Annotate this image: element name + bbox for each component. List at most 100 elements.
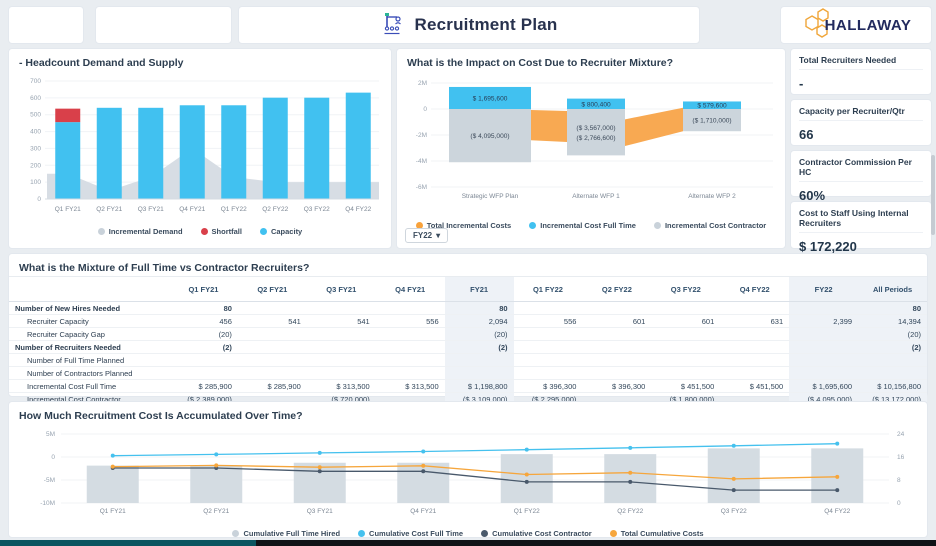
cumulative-hired-bar[interactable]	[708, 448, 760, 503]
kpi-value: $ 172,220	[799, 239, 923, 254]
header-card-2[interactable]	[95, 6, 232, 44]
data-point[interactable]	[525, 448, 529, 452]
legend-item[interactable]: Cumulative Cost Contractor	[481, 529, 592, 538]
chart-label: -6M	[416, 184, 427, 191]
data-point[interactable]	[628, 471, 632, 475]
data-point[interactable]	[318, 451, 322, 455]
data-point[interactable]	[318, 465, 322, 469]
data-point[interactable]	[214, 452, 218, 456]
table-cell	[307, 341, 376, 354]
capacity-bar[interactable]	[55, 122, 80, 199]
chart-label: 0	[37, 196, 41, 203]
table-cell: (2)	[858, 341, 927, 354]
table-cell	[720, 341, 789, 354]
legend-item[interactable]: Total Cumulative Costs	[610, 529, 704, 538]
table-cell	[169, 354, 238, 367]
capacity-bar[interactable]	[263, 98, 288, 199]
legend-item[interactable]: Cumulative Cost Full Time	[358, 529, 463, 538]
total-cost-ribbon[interactable]	[625, 108, 683, 146]
data-point[interactable]	[421, 469, 425, 473]
cumulative-hired-bar[interactable]	[87, 466, 139, 503]
cumulative-hired-bar[interactable]	[501, 454, 553, 503]
data-point[interactable]	[835, 442, 839, 446]
chart-label: Q1 FY22	[514, 508, 540, 515]
table-cell	[582, 354, 651, 367]
chart-label: Q2 FY21	[203, 508, 229, 515]
cumulative-hired-bar[interactable]	[604, 454, 656, 503]
data-point[interactable]	[628, 446, 632, 450]
table-cell	[238, 302, 307, 315]
legend-dot	[358, 530, 365, 537]
legend-item[interactable]: Shortfall	[201, 227, 242, 236]
table-cell: (20)	[169, 328, 238, 341]
capacity-bar[interactable]	[304, 98, 329, 199]
capacity-bar[interactable]	[346, 93, 371, 199]
data-point[interactable]	[732, 488, 736, 492]
chart-label: 8	[897, 477, 901, 484]
table-cell	[651, 341, 720, 354]
chart-label: 0	[897, 500, 901, 507]
data-point[interactable]	[421, 449, 425, 453]
data-point[interactable]	[835, 475, 839, 479]
data-point[interactable]	[525, 473, 529, 477]
table-cell: 456	[169, 315, 238, 328]
table-cell: $ 285,900	[238, 380, 307, 393]
cost-mixture-svg: 2M0-2M-4M-6M$ 1,695,600($ 4,095,000)Stra…	[405, 71, 779, 213]
capacity-bar[interactable]	[97, 108, 122, 199]
table-cell	[720, 328, 789, 341]
chart-label: Q4 FY21	[410, 508, 436, 515]
table-cell: 80	[169, 302, 238, 315]
table-cell	[376, 367, 445, 380]
chart-label: Q3 FY21	[307, 508, 333, 515]
legend-item[interactable]: Cumulative Full Time Hired	[232, 529, 340, 538]
data-point[interactable]	[421, 464, 425, 468]
kpi-capacity-per-recruiter: Capacity per Recruiter/Qtr 66	[790, 99, 932, 146]
data-point[interactable]	[111, 465, 115, 469]
legend-label: Incremental Cost Contractor	[665, 221, 766, 230]
cumulative-hired-bar[interactable]	[397, 463, 449, 503]
chart-label: Strategic WFP Plan	[462, 193, 519, 200]
table-cell	[307, 354, 376, 367]
logo-text: HALLAWAY	[825, 17, 912, 34]
data-point[interactable]	[628, 480, 632, 484]
table-cell	[720, 354, 789, 367]
header-card-1[interactable]	[8, 6, 84, 44]
fiscal-year-dropdown[interactable]: FY22 ▾	[405, 228, 448, 243]
cumulative-hired-bar[interactable]	[190, 466, 242, 503]
table-cell	[445, 354, 514, 367]
table-cell	[582, 302, 651, 315]
legend-item[interactable]: Incremental Cost Contractor	[654, 221, 766, 230]
data-point[interactable]	[525, 480, 529, 484]
capacity-bar[interactable]	[180, 105, 205, 199]
table-cell	[376, 302, 445, 315]
data-point[interactable]	[732, 444, 736, 448]
shortfall-bar[interactable]	[55, 109, 80, 122]
table-cell	[514, 328, 583, 341]
legend-item[interactable]: Incremental Cost Full Time	[529, 221, 636, 230]
table-cell: 541	[238, 315, 307, 328]
data-point[interactable]	[111, 454, 115, 458]
legend-item[interactable]: Incremental Demand	[98, 227, 183, 236]
cumulative-cost-chart: 5M24016-5M8-10M0Q1 FY21Q2 FY21Q3 FY21Q4 …	[17, 424, 919, 526]
capacity-bar[interactable]	[138, 108, 163, 199]
legend-item[interactable]: Capacity	[260, 227, 302, 236]
data-point[interactable]	[214, 463, 218, 467]
cumulative-chart-title: How Much Recruitment Cost Is Accumulated…	[19, 410, 919, 422]
table-cell	[445, 367, 514, 380]
data-point[interactable]	[318, 469, 322, 473]
mixture-data-table: Q1 FY21Q2 FY21Q3 FY21Q4 FY21FY21Q1 FY22Q…	[9, 276, 927, 419]
data-point[interactable]	[835, 488, 839, 492]
legend-dot	[654, 222, 661, 229]
table-cell: (20)	[445, 328, 514, 341]
table-cell: 601	[651, 315, 720, 328]
table-cell	[307, 302, 376, 315]
capacity-bar[interactable]	[221, 105, 246, 199]
total-cost-ribbon[interactable]	[531, 110, 567, 142]
scrollbar-thumb[interactable]	[931, 155, 935, 235]
table-cell: $ 451,500	[651, 380, 720, 393]
table-row: Number of Contractors Planned	[9, 367, 927, 380]
table-cell	[238, 367, 307, 380]
table-cell	[651, 354, 720, 367]
data-point[interactable]	[732, 477, 736, 481]
column-header: Q4 FY21	[376, 277, 445, 302]
